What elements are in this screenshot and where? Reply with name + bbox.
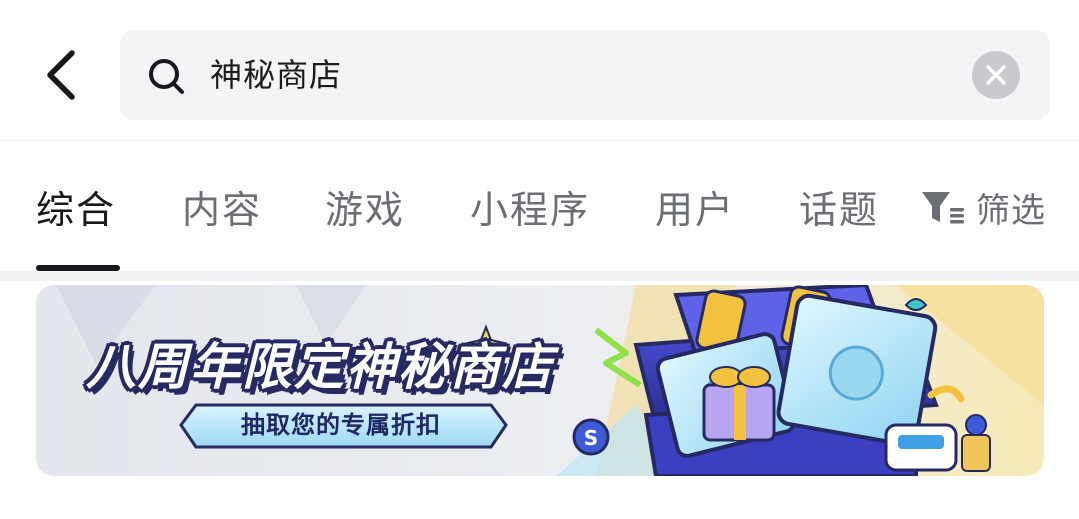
- search-box[interactable]: 神秘商店: [120, 30, 1050, 120]
- section-separator: [0, 271, 1079, 281]
- category-tabs: 综合 内容 游戏 小程序 用户 话题 筛选: [0, 141, 1079, 271]
- promo-banner[interactable]: S 八周年限定神秘商店 抽取您的专属折扣: [36, 285, 1044, 476]
- search-input[interactable]: 神秘商店: [210, 30, 342, 120]
- tab-games[interactable]: 游戏: [325, 179, 405, 234]
- filter-icon: [922, 192, 964, 224]
- back-button[interactable]: [30, 44, 90, 106]
- svg-text:S: S: [584, 426, 598, 450]
- tab-comprehensive[interactable]: 综合: [36, 179, 116, 234]
- tab-mini-programs[interactable]: 小程序: [470, 179, 590, 234]
- filter-label: 筛选: [976, 190, 1046, 231]
- search-icon: [149, 59, 184, 94]
- banner-subtitle: 抽取您的专属折扣: [241, 411, 441, 439]
- tab-topics[interactable]: 话题: [799, 179, 879, 234]
- filter-button[interactable]: 筛选: [920, 185, 1046, 231]
- chevron-left-icon: [47, 50, 75, 100]
- banner-title: 八周年限定神秘商店: [86, 338, 554, 396]
- clear-search-button[interactable]: [972, 51, 1020, 99]
- tab-content[interactable]: 内容: [182, 179, 262, 234]
- top-bar: 神秘商店: [0, 0, 1079, 140]
- close-icon: [986, 65, 1006, 85]
- tab-users[interactable]: 用户: [655, 179, 735, 234]
